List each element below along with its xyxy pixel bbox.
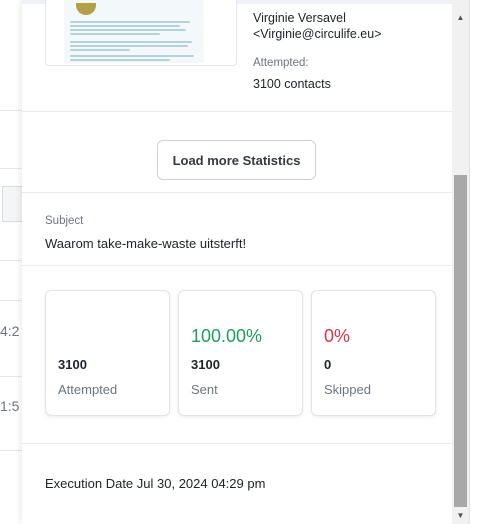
stat-label: Attempted — [58, 382, 118, 397]
email-preview-body — [64, 0, 204, 63]
stat-card-skipped: 0% 0 Skipped — [311, 290, 436, 416]
divider — [0, 376, 22, 377]
execution-date: Execution Date Jul 30, 2024 04:29 pm — [45, 476, 266, 491]
row-time: 1:5 — [0, 398, 20, 414]
stat-card-sent: 100.00% 3100 Sent — [178, 290, 303, 416]
preview-text-line — [70, 21, 190, 23]
statistics-panel: Virginie Versavel <Virginie@circulife.eu… — [22, 0, 452, 524]
load-more-statistics-button[interactable]: Load more Statistics — [157, 140, 316, 180]
divider — [0, 110, 22, 111]
preview-text-line — [70, 55, 194, 57]
divider — [22, 111, 452, 112]
stat-number: 3100 — [191, 357, 220, 372]
background-input[interactable] — [2, 186, 22, 222]
subject-label: Subject — [45, 215, 84, 227]
divider — [0, 260, 22, 261]
stat-label: Sent — [191, 382, 218, 397]
stat-label: Skipped — [324, 382, 371, 397]
stat-percent: 100.00% — [191, 326, 263, 346]
preview-text-line — [70, 33, 160, 35]
divider — [22, 192, 452, 193]
attempted-value: 3100 contacts — [253, 77, 331, 91]
divider — [22, 265, 452, 266]
divider — [0, 300, 22, 301]
sender-name: Virginie Versavel — [253, 11, 346, 25]
panel-scrollbar[interactable]: ▲ ▼ — [452, 0, 469, 524]
row-time: 4:2 — [0, 323, 20, 339]
preview-text-line — [70, 29, 186, 31]
stat-percent: 0% — [324, 326, 351, 346]
scrollbar-thumb[interactable] — [454, 175, 467, 507]
attempted-label: Attempted: — [253, 57, 309, 69]
sender-email: <Virginie@circulife.eu> — [253, 27, 382, 41]
subject-value: Waarom take-make-waste uitsterft! — [45, 236, 247, 251]
preview-text-line — [70, 25, 180, 27]
triangle-up-icon[interactable]: ▲ — [452, 9, 469, 26]
stat-number: 3100 — [58, 357, 87, 372]
logo-icon — [76, 3, 96, 15]
stat-number: 0 — [324, 357, 332, 372]
preview-text-line — [70, 41, 192, 43]
preview-text-line — [70, 49, 130, 51]
background-page: 4:2 1:5 — [0, 0, 22, 524]
triangle-down-icon[interactable]: ▼ — [452, 507, 469, 524]
email-preview-thumbnail[interactable] — [45, 0, 237, 66]
preview-text-line — [70, 45, 188, 47]
sender-info: Virginie Versavel <Virginie@circulife.eu… — [253, 10, 382, 42]
stat-card-attempted: 3100 Attempted — [45, 290, 170, 416]
divider — [0, 450, 22, 451]
preview-text-line — [70, 59, 170, 61]
divider — [0, 168, 22, 169]
window-edge — [469, 0, 487, 524]
divider — [22, 443, 452, 444]
